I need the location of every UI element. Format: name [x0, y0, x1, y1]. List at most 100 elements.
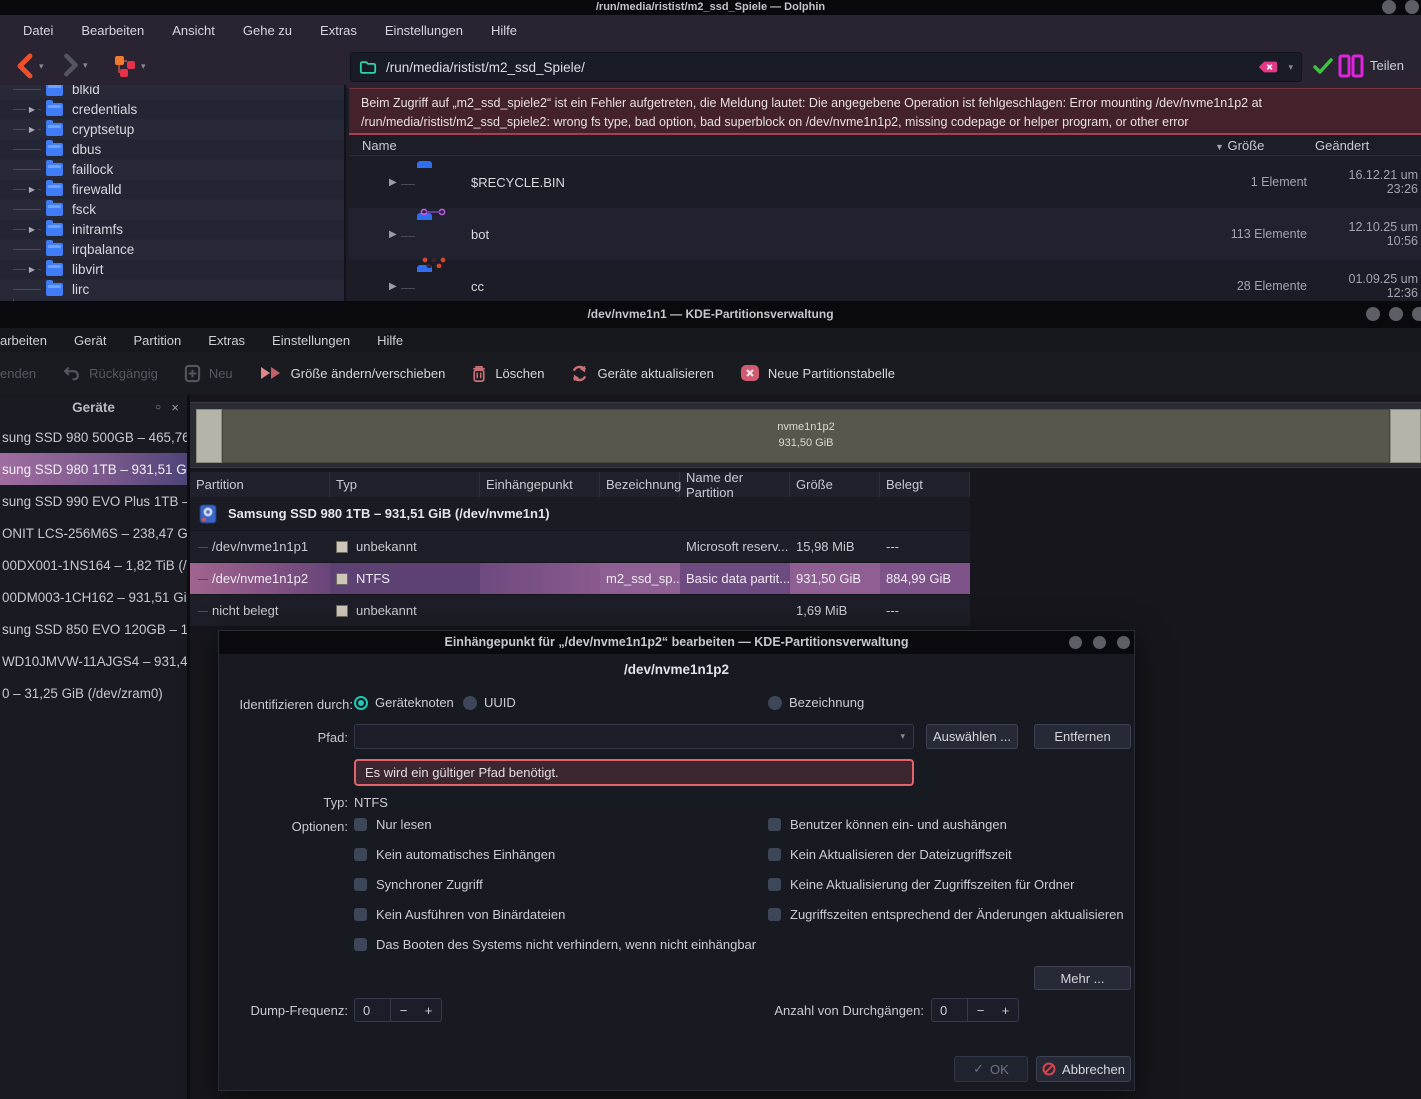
- back-button[interactable]: ▾: [14, 53, 44, 79]
- window-button[interactable]: [1366, 307, 1380, 321]
- expander-icon[interactable]: ▶: [26, 185, 38, 194]
- window-button[interactable]: [1405, 0, 1419, 14]
- dump-spinbox[interactable]: 0 − +: [354, 998, 442, 1022]
- expander-icon[interactable]: ▶: [26, 125, 38, 134]
- device-item[interactable]: sung SSD 980 500GB – 465,76 ...: [0, 421, 187, 453]
- choose-path-button[interactable]: Auswählen ...: [926, 724, 1018, 749]
- partition-segment-small-left[interactable]: [196, 409, 222, 463]
- column-name-der-partition[interactable]: Name der Partition: [680, 472, 790, 497]
- more-button[interactable]: Mehr ...: [1034, 966, 1131, 990]
- checkbox-kein-auto-einhaengen[interactable]: Kein automatisches Einhängen: [354, 847, 555, 862]
- menu-datei[interactable]: Datei: [23, 23, 53, 38]
- cancel-button[interactable]: Abbrechen: [1036, 1056, 1131, 1082]
- device-item[interactable]: 00DM003-1CH162 – 931,51 GiB (...: [0, 581, 187, 613]
- tree-item-dbus[interactable]: dbus: [0, 139, 344, 159]
- window-button[interactable]: [1412, 307, 1421, 321]
- expander-icon[interactable]: ▶: [26, 225, 38, 234]
- tree-item-faillock[interactable]: faillock: [0, 159, 344, 179]
- pass-spinbox[interactable]: 0 − +: [931, 998, 1019, 1022]
- chevron-down-icon[interactable]: ▾: [141, 61, 146, 72]
- tree-item-fsck[interactable]: fsck: [0, 199, 344, 219]
- spin-minus[interactable]: −: [968, 999, 993, 1021]
- partition-segment-small-right[interactable]: [1390, 409, 1421, 463]
- delete-button[interactable]: Löschen: [471, 364, 544, 383]
- file-row-cc[interactable]: ▶ cc 28 Elemente 01.09.25 um 12:36: [349, 260, 1421, 301]
- window-button[interactable]: [1382, 0, 1396, 14]
- resize-move-button[interactable]: Größe ändern/verschieben: [259, 365, 446, 381]
- checkbox-benutzer-einhaengen[interactable]: Benutzer können ein- und aushängen: [768, 817, 1007, 832]
- column-partition[interactable]: Partition: [190, 472, 330, 497]
- view-mode-button[interactable]: ▾: [112, 53, 146, 79]
- checkbox-relatime[interactable]: Zugriffszeiten entsprechend der Änderung…: [768, 907, 1124, 922]
- float-panel-icon[interactable]: ○: [155, 395, 161, 421]
- menu-partition[interactable]: Partition: [134, 333, 182, 348]
- radio-bezeichnung[interactable]: Bezeichnung: [768, 695, 864, 710]
- menu-bearbeiten-clipped[interactable]: arbeiten: [0, 333, 47, 348]
- menu-hilfe[interactable]: Hilfe: [491, 23, 517, 38]
- partition-row-unallocated[interactable]: nicht belegt unbekannt 1,69 MiB ---: [190, 595, 970, 627]
- tree-item-libvirt[interactable]: ▶libvirt: [0, 259, 344, 279]
- checkbox-noatime[interactable]: Kein Aktualisieren der Dateizugriffszeit: [768, 847, 1012, 862]
- window-button[interactable]: [1093, 636, 1106, 649]
- menu-gehe-zu[interactable]: Gehe zu: [243, 23, 292, 38]
- device-item[interactable]: 00DX001-1NS164 – 1,82 TiB (/d...: [0, 549, 187, 581]
- radio-uuid[interactable]: UUID: [463, 695, 516, 710]
- expander-icon[interactable]: ▶: [389, 177, 397, 188]
- tree-item-initramfs[interactable]: ▶initramfs: [0, 219, 344, 239]
- device-item[interactable]: ONIT LCS-256M6S – 238,47 GiB ...: [0, 517, 187, 549]
- file-row-bot[interactable]: ▶ bot 113 Elemente 12.10.25 um 10:56: [349, 208, 1421, 260]
- checkbox-synchroner-zugriff[interactable]: Synchroner Zugriff: [354, 877, 483, 892]
- column-name[interactable]: Name: [349, 138, 1215, 153]
- expander-icon[interactable]: ▶: [26, 265, 38, 274]
- menu-extras[interactable]: Extras: [320, 23, 357, 38]
- menu-hilfe[interactable]: Hilfe: [377, 333, 403, 348]
- pass-value[interactable]: 0: [932, 999, 968, 1021]
- tree-item-firewalld[interactable]: ▶firewalld: [0, 179, 344, 199]
- location-path[interactable]: /run/media/ristist/m2_ssd_Spiele/: [386, 60, 1258, 75]
- menu-ansicht[interactable]: Ansicht: [172, 23, 215, 38]
- menu-einstellungen[interactable]: Einstellungen: [272, 333, 350, 348]
- device-item[interactable]: sung SSD 850 EVO 120GB – 111,...: [0, 613, 187, 645]
- file-row-recycle-bin[interactable]: ▶ $RECYCLE.BIN 1 Element 16.12.21 um 23:…: [349, 156, 1421, 208]
- device-item[interactable]: WD10JMVW-11AJGS4 – 931,48 G...: [0, 645, 187, 677]
- device-item-selected[interactable]: sung SSD 980 1TB – 931,51 GiB ...: [0, 453, 187, 485]
- tree-item-lirc[interactable]: lirc: [0, 279, 344, 299]
- remove-path-button[interactable]: Entfernen: [1034, 724, 1131, 749]
- share-button[interactable]: Teilen: [1370, 58, 1404, 73]
- window-button[interactable]: [1069, 636, 1082, 649]
- chevron-down-icon[interactable]: ▾: [83, 60, 88, 71]
- menu-bearbeiten[interactable]: Bearbeiten: [81, 23, 144, 38]
- expander-icon[interactable]: ▶: [389, 281, 397, 292]
- tree-item-blkid[interactable]: blkid: [0, 85, 344, 99]
- spin-plus[interactable]: +: [416, 999, 441, 1021]
- checkbox-nur-lesen[interactable]: Nur lesen: [354, 817, 432, 832]
- device-summary-row[interactable]: Samsung SSD 980 1TB – 931,51 GiB (/dev/n…: [190, 497, 970, 531]
- column-belegt[interactable]: Belegt: [880, 472, 970, 497]
- partition-row-nvme1n1p1[interactable]: /dev/nvme1n1p1 unbekannt Microsoft reser…: [190, 531, 970, 563]
- checkbox-nodiratime[interactable]: Keine Aktualisierung der Zugriffszeiten …: [768, 877, 1074, 892]
- radio-geraeteknoten[interactable]: Geräteknoten: [354, 695, 454, 710]
- forward-button[interactable]: ▾: [60, 53, 88, 77]
- device-item[interactable]: 0 – 31,25 GiB (/dev/zram0): [0, 677, 187, 709]
- tree-item-irqbalance[interactable]: irqbalance: [0, 239, 344, 259]
- column-einhaengepunkt[interactable]: Einhängepunkt: [480, 472, 600, 497]
- partition-segment-main[interactable]: nvme1n1p2 931,50 GiB: [222, 409, 1390, 463]
- column-size[interactable]: ▼ Größe: [1215, 138, 1315, 153]
- refresh-devices-button[interactable]: Geräte aktualisieren: [570, 364, 713, 383]
- split-view-icon[interactable]: [1338, 54, 1364, 78]
- apply-button[interactable]: enden: [0, 366, 36, 381]
- close-panel-icon[interactable]: ×: [171, 395, 179, 421]
- dump-value[interactable]: 0: [355, 999, 391, 1021]
- terminal-check-icon[interactable]: [1312, 57, 1334, 75]
- spin-plus[interactable]: +: [993, 999, 1018, 1021]
- menu-einstellungen[interactable]: Einstellungen: [385, 23, 463, 38]
- tree-item-credentials[interactable]: ▶credentials: [0, 99, 344, 119]
- path-combobox[interactable]: ▾: [354, 724, 914, 749]
- window-button[interactable]: [1389, 307, 1403, 321]
- chevron-down-icon[interactable]: ▾: [39, 61, 44, 72]
- ok-button[interactable]: ✓ OK: [954, 1056, 1028, 1082]
- location-dropdown-icon[interactable]: ▾: [1288, 62, 1293, 73]
- checkbox-kein-ausfuehren[interactable]: Kein Ausführen von Binärdateien: [354, 907, 565, 922]
- tree-item-cryptsetup[interactable]: ▶cryptsetup: [0, 119, 344, 139]
- column-changed[interactable]: Geändert: [1315, 138, 1421, 153]
